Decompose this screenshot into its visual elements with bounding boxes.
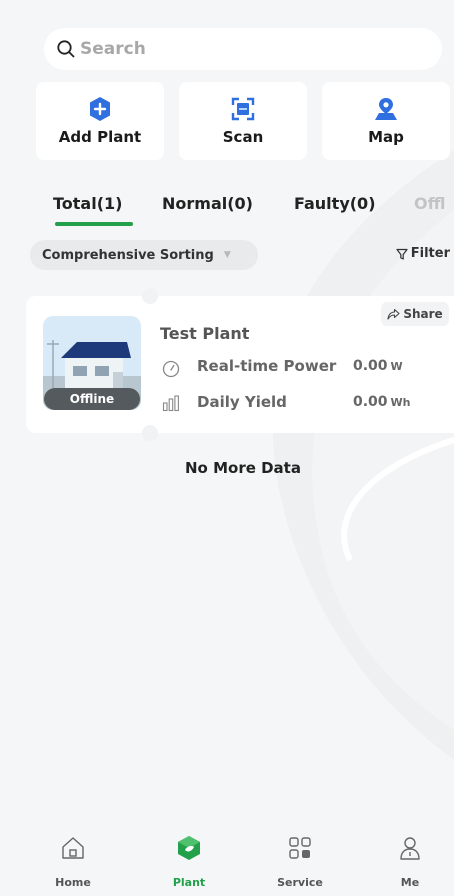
nav-plant-label: Plant — [172, 876, 206, 889]
add-plant-button[interactable]: Add Plant — [36, 82, 164, 160]
home-icon — [62, 837, 84, 859]
nav-me-label: Me — [400, 876, 420, 889]
filter-button[interactable]: Filter — [396, 246, 450, 261]
plant-icon — [178, 836, 200, 860]
map-icon — [375, 98, 397, 120]
tab-total[interactable]: Total(1) — [53, 194, 122, 213]
chevron-down-icon: ▼ — [223, 250, 231, 260]
share-label: Share — [403, 307, 443, 321]
scan-label: Scan — [222, 128, 264, 146]
realtime-power-label: Real-time Power — [197, 357, 337, 375]
card-notch — [142, 288, 158, 304]
nav-me[interactable]: Me — [370, 834, 450, 889]
active-tab-indicator — [55, 222, 133, 226]
filter-label: Filter — [410, 246, 450, 261]
filter-icon — [396, 248, 408, 260]
search-input[interactable] — [80, 39, 400, 59]
gauge-icon — [162, 360, 180, 378]
nav-home-label: Home — [55, 876, 91, 889]
nav-plant[interactable]: Plant — [149, 834, 229, 889]
bar-chart-icon — [162, 395, 179, 412]
status-badge: Offline — [44, 388, 140, 410]
search-bar[interactable] — [44, 28, 442, 70]
sorting-label: Comprehensive Sorting — [42, 247, 214, 263]
tab-faulty[interactable]: Faulty(0) — [294, 194, 376, 213]
realtime-power-value: 0.00 W — [353, 358, 403, 374]
add-plant-icon — [90, 97, 110, 121]
search-icon — [57, 40, 75, 58]
tab-normal[interactable]: Normal(0) — [162, 194, 253, 213]
share-button[interactable]: Share — [381, 302, 449, 326]
nav-service-label: Service — [277, 876, 323, 889]
bottom-nav: Home Plant Service Me — [0, 826, 454, 896]
status-tabs: Total(1) Normal(0) Faulty(0) Offl — [0, 188, 454, 228]
profile-icon — [400, 837, 420, 860]
add-plant-label: Add Plant — [58, 128, 142, 146]
nav-service[interactable]: Service — [260, 834, 340, 889]
plant-name: Test Plant — [160, 324, 250, 343]
share-icon — [387, 308, 400, 320]
scan-button[interactable]: Scan — [179, 82, 307, 160]
daily-yield-label: Daily Yield — [197, 393, 287, 411]
map-button[interactable]: Map — [322, 82, 450, 160]
service-icon — [289, 837, 311, 859]
nav-home[interactable]: Home — [33, 834, 113, 889]
tab-offline[interactable]: Offl — [414, 194, 445, 213]
scan-icon — [231, 97, 255, 121]
card-notch — [142, 425, 158, 441]
daily-yield-value: 0.00 Wh — [353, 394, 411, 410]
no-more-data-text: No More Data — [185, 459, 301, 477]
map-label: Map — [368, 128, 404, 146]
sorting-dropdown[interactable]: Comprehensive Sorting ▼ — [30, 240, 258, 270]
